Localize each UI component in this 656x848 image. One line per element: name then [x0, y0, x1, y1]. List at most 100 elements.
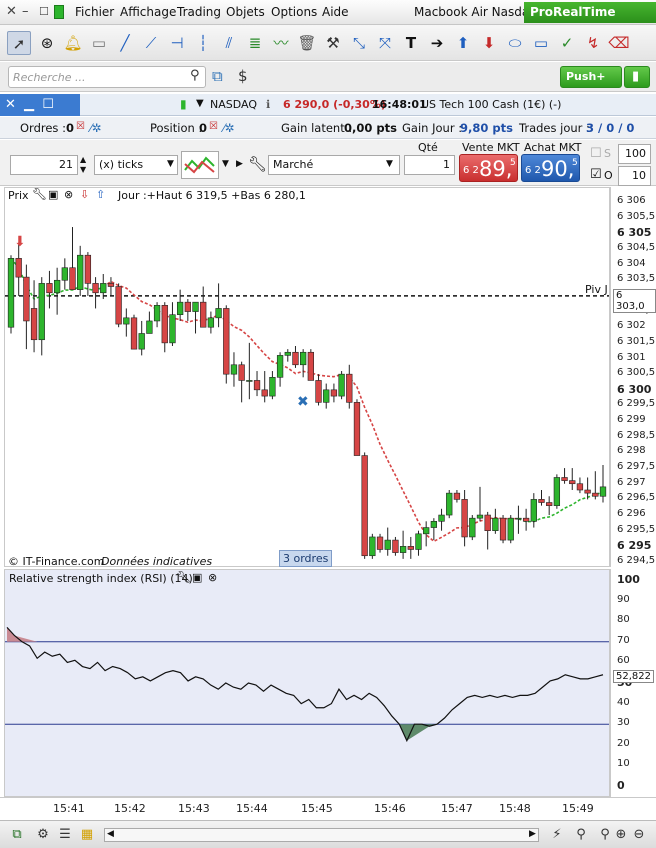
text-tool-icon[interactable]: T	[399, 31, 423, 55]
chart-type-icon[interactable]: ⧉	[8, 826, 26, 844]
price-settings-icon[interactable]: 🔧︎	[32, 187, 47, 201]
scroll-right-icon[interactable]: ▶	[529, 829, 536, 839]
orders-badge[interactable]: 3 ordres	[279, 550, 333, 567]
wrench-icon[interactable]: 🔧︎	[248, 155, 267, 173]
zoom-fit-icon[interactable]: ⚲	[572, 826, 590, 844]
signal-tool-icon[interactable]: ↯	[581, 31, 605, 55]
search-input[interactable]: Recherche ...	[8, 66, 206, 88]
info-icon[interactable]: ℹ	[266, 98, 270, 111]
indicator-dropdown-icon[interactable]: ▼	[222, 159, 229, 169]
buy-market-button[interactable]: 6 2 90, 5	[521, 154, 580, 182]
rsi-maximize-icon[interactable]: ▣	[192, 571, 202, 584]
search-icon[interactable]: ⚲	[190, 68, 200, 83]
indicator-button[interactable]	[181, 151, 219, 179]
unit-dropdown-icon[interactable]: ▼	[167, 159, 174, 169]
trendline-tool-icon[interactable]: ╱	[113, 31, 137, 55]
price-chart-panel[interactable]: ⬇ ✖	[4, 187, 610, 567]
menu-options[interactable]: Options	[271, 5, 317, 19]
candle-body	[430, 521, 438, 528]
checkmark-tool-icon[interactable]: ✓	[555, 31, 579, 55]
sell-market-button[interactable]: 6 2 89, 5	[459, 154, 518, 182]
ray-tool-icon[interactable]: ⟋	[139, 31, 163, 55]
layout-icon[interactable]: ▦	[78, 826, 96, 844]
period-input[interactable]: 21	[10, 155, 78, 175]
menu-affichage[interactable]: Affichage	[120, 5, 176, 19]
price-y-axis[interactable]: 6 306 6 305,5 6 305 6 304,5 6 304 6 303,5 6 30…	[610, 187, 656, 567]
pattern-tool-icon[interactable]: 〰	[269, 31, 293, 55]
order-type-dropdown-icon[interactable]: ▼	[386, 159, 393, 169]
maximize-tab-icon[interactable]: ☐	[42, 97, 54, 112]
ellipse-tool-icon[interactable]: ⬭	[503, 31, 527, 55]
rectangle-tool-icon[interactable]: ▭	[529, 31, 553, 55]
s-input[interactable]: 100	[618, 144, 651, 164]
alert-bell-icon[interactable]: 🔔︎	[61, 31, 85, 55]
period-stepper-icon[interactable]: ▲ ▼	[80, 155, 86, 175]
crosshair-tool-icon[interactable]: ⊛	[35, 31, 59, 55]
price-up-icon[interactable]: ⇧	[96, 188, 105, 201]
candle-body	[253, 380, 261, 391]
push-chart-button[interactable]: ▮	[624, 66, 650, 88]
arrow-up-icon[interactable]: ⬆	[451, 31, 475, 55]
minimize-window-icon[interactable]: –	[22, 4, 29, 19]
maximize-window-icon[interactable]: ☐	[39, 5, 49, 18]
cancel-orders-icon[interactable]: ☒	[76, 121, 85, 132]
close-position-icon[interactable]: ☒	[209, 121, 218, 132]
minimize-tab-icon[interactable]: ▁	[24, 97, 34, 112]
arrow-right-icon[interactable]: ➔	[425, 31, 449, 55]
cross-line-icon[interactable]: ⤧	[373, 31, 397, 55]
orders-settings-icon[interactable]: ⁄✲	[90, 121, 102, 135]
menu-objets[interactable]: Objets	[226, 5, 265, 19]
s-checkbox[interactable]: ☐	[590, 146, 602, 161]
push-plus-button[interactable]: Push+	[560, 66, 622, 88]
o-input[interactable]: 10	[618, 166, 651, 186]
instrument-symbol[interactable]: NASDAQ	[210, 98, 257, 111]
o-checkbox[interactable]: ☑	[590, 167, 602, 182]
rsi-settings-icon[interactable]: 🔧︎	[176, 570, 191, 584]
close-tab-icon[interactable]: ✕	[5, 97, 16, 112]
rsi-y-axis[interactable]: 1009080706050403020100	[610, 569, 656, 797]
price-down-icon[interactable]: ⇩	[80, 188, 89, 201]
indicators-icon[interactable]: ⚙	[34, 826, 52, 844]
zoom-in-icon[interactable]: ⊕	[612, 826, 630, 844]
menu-aide[interactable]: Aide	[322, 5, 349, 19]
eraser-tool-icon[interactable]: ⌫	[607, 31, 631, 55]
reset-zoom-icon[interactable]: ⚡	[548, 826, 566, 844]
time-x-axis[interactable]: 15:41 15:42 15:43 15:44 15:45 15:46 15:47 15:48…	[0, 797, 656, 819]
list-icon[interactable]: ☰	[56, 826, 74, 844]
scroll-left-icon[interactable]: ◀	[107, 829, 114, 839]
close-window-icon[interactable]: ✕	[6, 4, 17, 19]
instrument-dropdown-icon[interactable]: ▼	[196, 98, 204, 109]
price-maximize-icon[interactable]: ▣	[48, 188, 58, 201]
delete-tool-icon[interactable]: 🗑︎	[295, 31, 319, 55]
rsi-close-icon[interactable]: ⊗	[208, 571, 217, 584]
price-chart-svg[interactable]: ⬇✖	[5, 188, 609, 566]
ticket-expand-icon[interactable]: ▶	[236, 159, 243, 169]
candle-body	[284, 351, 291, 356]
position-settings-icon[interactable]: ⁄✲	[223, 121, 235, 135]
price-close-icon[interactable]: ⊗	[64, 188, 73, 201]
x-axis-tick: 15:43	[178, 802, 210, 815]
channel-tool-icon[interactable]: ⫽	[217, 31, 241, 55]
gain-latent-value: 0,00 pts	[344, 121, 397, 135]
arrow-down-icon[interactable]: ⬇	[477, 31, 501, 55]
chart-scrollbar[interactable]: ◀ ▶	[104, 828, 539, 842]
qty-input[interactable]: 1	[404, 155, 455, 175]
magnet-tool-icon[interactable]: ⚒	[321, 31, 345, 55]
dollar-icon[interactable]: $	[238, 67, 248, 85]
period-unit-select[interactable]: (x) ticks	[94, 155, 178, 175]
menu-trading[interactable]: Trading	[177, 5, 221, 19]
buy-price-fraction: 5	[572, 158, 578, 168]
vertical-line-icon[interactable]: ┆	[191, 31, 215, 55]
chart-config-icon[interactable]: ⧉	[212, 67, 223, 85]
pointer-tool-icon[interactable]: ➚	[7, 31, 31, 55]
zoom-out-icon[interactable]: ⊖	[630, 826, 648, 844]
rsi-panel[interactable]: Relative strength index (RSI) (14) 🔧︎ ▣ …	[4, 569, 610, 797]
horizontal-line-icon[interactable]: ⊣	[165, 31, 189, 55]
menu-fichier[interactable]: Fichier	[75, 5, 114, 19]
fibonacci-tool-icon[interactable]: ≣	[243, 31, 267, 55]
arrow-line-icon[interactable]: ⤡	[347, 31, 371, 55]
order-type-select[interactable]: Marché	[268, 155, 400, 175]
qty-label: Qté	[418, 141, 438, 154]
rsi-chart-svg[interactable]	[5, 570, 609, 796]
ruler-tool-icon[interactable]: ▭	[87, 31, 111, 55]
